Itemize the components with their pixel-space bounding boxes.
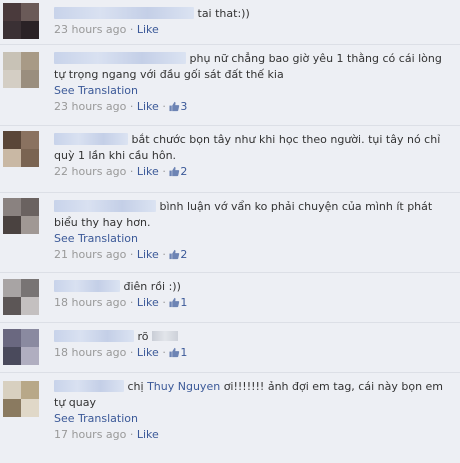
blurred-text <box>152 331 179 341</box>
like-count[interactable]: 1 <box>169 346 187 359</box>
author-name[interactable] <box>54 133 128 145</box>
comment-text-line: chị Thuy Nguyen ơi!!!!!!! ảnh đợi em tag… <box>54 379 454 411</box>
avatar[interactable] <box>3 52 39 88</box>
comment: rõ 18 hours ago · Like · 1 <box>0 323 460 373</box>
author-name[interactable] <box>54 52 186 64</box>
comment-text-line: phụ nữ chẳng bao giờ yêu 1 thằng có cái … <box>54 51 454 83</box>
author-name[interactable] <box>54 280 120 292</box>
like-link[interactable]: Like <box>137 165 159 178</box>
like-count[interactable]: 1 <box>169 296 187 309</box>
comment-text-line: bắt chước bọn tây như khi học theo người… <box>54 132 454 164</box>
comment: điên rồi :)) 18 hours ago · Like · 1 <box>0 273 460 323</box>
comment-text-line: điên rồi :)) <box>54 279 454 295</box>
comment-body: tai that:)) 23 hours ago · Like <box>54 6 454 38</box>
separator: · <box>129 23 134 36</box>
comment-meta: 18 hours ago · Like · 1 <box>54 296 188 309</box>
like-link[interactable]: Like <box>137 248 159 261</box>
comment: bắt chước bọn tây như khi học theo người… <box>0 126 460 193</box>
comment-text: rõ <box>137 330 149 343</box>
comment-text-line: tai that:)) <box>54 6 454 22</box>
author-name[interactable] <box>54 330 134 342</box>
comment: phụ nữ chẳng bao giờ yêu 1 thằng có cái … <box>0 45 460 126</box>
like-count-value: 3 <box>180 100 188 113</box>
avatar[interactable] <box>3 329 39 365</box>
timestamp[interactable]: 22 hours ago <box>54 165 126 178</box>
like-link[interactable]: Like <box>137 296 159 309</box>
like-link[interactable]: Like <box>137 346 159 359</box>
comment: bình luận vớ vẩn ko phải chuyện của mình… <box>0 193 460 273</box>
timestamp[interactable]: 23 hours ago <box>54 23 126 36</box>
avatar[interactable] <box>3 3 39 39</box>
like-link[interactable]: Like <box>137 23 159 36</box>
timestamp[interactable]: 18 hours ago <box>54 296 126 309</box>
see-translation-link[interactable]: See Translation <box>54 231 454 247</box>
timestamp[interactable]: 18 hours ago <box>54 346 126 359</box>
comment-meta: 23 hours ago · Like · 3 <box>54 100 188 113</box>
like-link[interactable]: Like <box>137 100 159 113</box>
like-count[interactable]: 2 <box>169 248 187 261</box>
thumbs-up-icon <box>169 249 180 260</box>
comment-meta: 17 hours ago · Like <box>54 428 159 441</box>
comment-body: phụ nữ chẳng bao giờ yêu 1 thằng có cái … <box>54 51 454 115</box>
comment-text-line: rõ <box>54 329 454 345</box>
avatar[interactable] <box>3 131 39 167</box>
comment-body: bắt chước bọn tây như khi học theo người… <box>54 132 454 180</box>
comment-text-line: bình luận vớ vẩn ko phải chuyện của mình… <box>54 199 454 231</box>
thumbs-up-icon <box>169 101 180 112</box>
author-name[interactable] <box>54 200 156 212</box>
comment-body: chị Thuy Nguyen ơi!!!!!!! ảnh đợi em tag… <box>54 379 454 443</box>
mention-link[interactable]: Thuy Nguyen <box>147 380 220 393</box>
timestamp[interactable]: 23 hours ago <box>54 100 126 113</box>
comment-meta: 23 hours ago · Like <box>54 22 454 38</box>
comment-body: rõ 18 hours ago · Like · 1 <box>54 329 454 361</box>
comment: chị Thuy Nguyen ơi!!!!!!! ảnh đợi em tag… <box>0 373 460 463</box>
see-translation-link[interactable]: See Translation <box>54 411 454 427</box>
see-translation-link[interactable]: See Translation <box>54 83 454 99</box>
timestamp[interactable]: 17 hours ago <box>54 428 126 441</box>
thumbs-up-icon <box>169 297 180 308</box>
avatar[interactable] <box>3 381 39 417</box>
author-name[interactable] <box>54 7 194 19</box>
like-count-value: 2 <box>180 248 188 261</box>
avatar[interactable] <box>3 198 39 234</box>
like-count-value: 2 <box>180 165 188 178</box>
like-count-value: 1 <box>180 296 188 309</box>
avatar[interactable] <box>3 279 39 315</box>
thumbs-up-icon <box>169 347 180 358</box>
comment: tai that:)) 23 hours ago · Like <box>0 0 460 45</box>
thumbs-up-icon <box>169 166 180 177</box>
like-link[interactable]: Like <box>137 428 159 441</box>
comment-body: bình luận vớ vẩn ko phải chuyện của mình… <box>54 199 454 263</box>
like-count[interactable]: 3 <box>169 100 187 113</box>
timestamp[interactable]: 21 hours ago <box>54 248 126 261</box>
comment-text: điên rồi :)) <box>123 280 181 293</box>
comment-text-prefix: chị <box>127 380 144 393</box>
like-count[interactable]: 2 <box>169 165 187 178</box>
like-count-value: 1 <box>180 346 188 359</box>
author-name[interactable] <box>54 380 124 392</box>
comment-body: điên rồi :)) 18 hours ago · Like · 1 <box>54 279 454 311</box>
comment-meta: 22 hours ago · Like · 2 <box>54 165 188 178</box>
comment-text: tai that:)) <box>197 7 250 20</box>
comment-meta: 21 hours ago · Like · 2 <box>54 248 188 261</box>
comment-meta: 18 hours ago · Like · 1 <box>54 346 188 359</box>
